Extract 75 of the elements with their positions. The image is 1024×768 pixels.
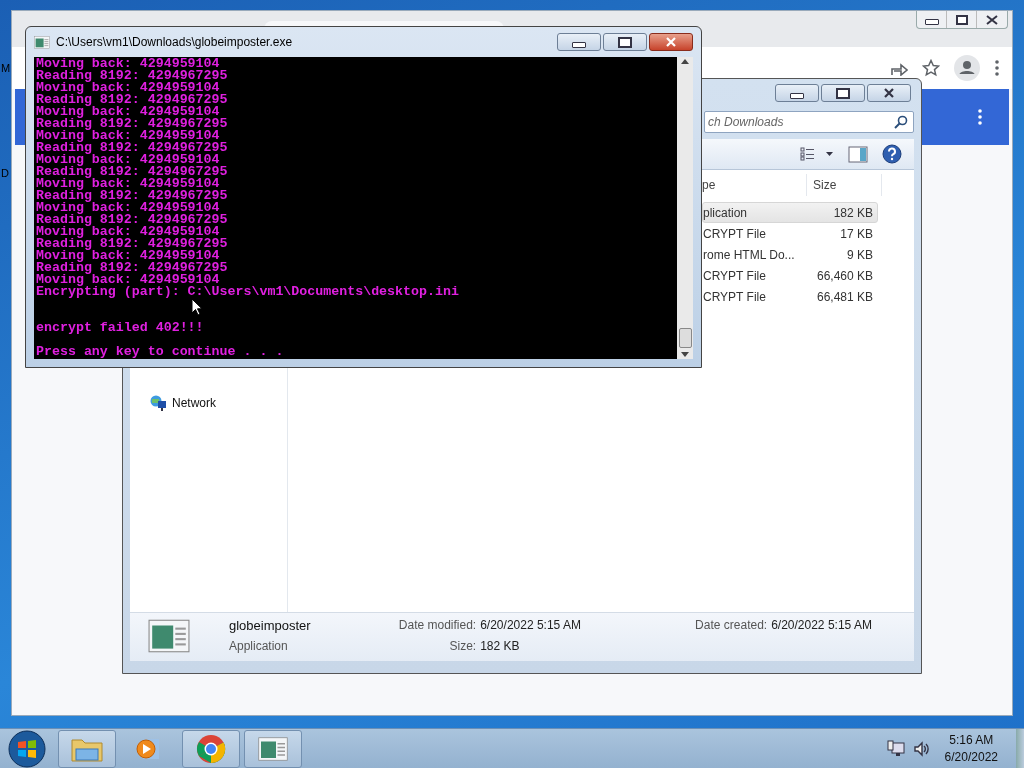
column-header[interactable]: Size xyxy=(806,174,882,196)
file-row[interactable]: CRYPT File 66,460 KB xyxy=(702,265,878,286)
close-icon xyxy=(986,14,998,25)
close-button[interactable] xyxy=(649,33,693,51)
search-field[interactable]: ch Downloads xyxy=(704,111,914,133)
console-line: Encrypting (part): C:\Users\vm1\Documents\desktop.ini xyxy=(36,286,459,298)
scroll-down-arrow-icon[interactable] xyxy=(681,352,689,357)
detail-label: Date created: xyxy=(694,617,768,634)
network-icon xyxy=(150,395,167,411)
maximize-button[interactable] xyxy=(603,33,647,51)
console-line: Reading 8192: 4294967295 xyxy=(36,142,228,154)
help-icon[interactable] xyxy=(882,144,902,164)
file-row[interactable]: plication 182 KB xyxy=(702,202,878,223)
detail-label: Date modified: xyxy=(397,617,477,634)
detail-value: 182 KB xyxy=(480,638,521,655)
console-line: Reading 8192: 4294967295 xyxy=(36,94,228,106)
view-options-icon[interactable] xyxy=(800,147,834,161)
taskbar-button[interactable] xyxy=(244,730,302,768)
app-window-icon xyxy=(258,736,288,762)
console-line: Moving back: 4294959104 xyxy=(36,226,220,238)
clock[interactable]: 5:16 AM 6/20/2022 xyxy=(944,732,998,766)
mouse-cursor-icon xyxy=(191,298,203,316)
detail-value: 6/20/2022 5:15 AM xyxy=(771,617,873,634)
close-button[interactable] xyxy=(867,84,911,102)
menu-icon[interactable] xyxy=(994,60,1000,76)
console-line: Moving back: 4294959104 xyxy=(36,178,220,190)
minimize-button[interactable] xyxy=(557,33,601,51)
console-line: Moving back: 4294959104 xyxy=(36,154,220,166)
star-icon[interactable] xyxy=(922,59,940,77)
more-options-icon[interactable] xyxy=(977,109,983,125)
start-button[interactable] xyxy=(8,730,46,768)
search-icon xyxy=(894,115,908,129)
console-app-icon xyxy=(34,35,50,49)
file-row[interactable]: CRYPT File 17 KB xyxy=(702,223,878,244)
file-row[interactable]: CRYPT File 66,481 KB xyxy=(702,286,878,307)
minimize-button[interactable] xyxy=(775,84,819,102)
preview-pane-icon[interactable] xyxy=(848,145,868,163)
profile-avatar-icon[interactable] xyxy=(954,55,980,81)
console-prompt: Press any key to continue . . . xyxy=(36,346,284,358)
console-line: Moving back: 4294959104 xyxy=(36,250,220,262)
console-line: Reading 8192: 4294967295 xyxy=(36,166,228,178)
console-line: Moving back: 4294959104 xyxy=(36,106,220,118)
app-window-icon xyxy=(148,618,190,653)
file-row[interactable]: rome HTML Do... 9 KB xyxy=(702,244,878,265)
desktop-label: M xyxy=(1,62,11,74)
console-line: Reading 8192: 4294967295 xyxy=(36,190,228,202)
chrome-icon xyxy=(196,734,226,764)
desktop-label: D xyxy=(1,167,9,179)
file-name: globeimposter xyxy=(228,617,312,635)
volume-icon[interactable] xyxy=(912,740,931,758)
taskbar-button[interactable] xyxy=(182,730,240,768)
console-line: Reading 8192: 4294967295 xyxy=(36,214,228,226)
file-type: Application xyxy=(228,638,289,655)
window-title: C:\Users\vm1\Downloads\globeimposter.exe xyxy=(56,35,294,49)
close-icon xyxy=(883,88,895,98)
nav-item[interactable]: Network xyxy=(130,394,222,412)
console-line: Moving back: 4294959104 xyxy=(36,274,220,286)
detail-value: 6/20/2022 5:15 AM xyxy=(480,617,582,634)
scroll-up-arrow-icon[interactable] xyxy=(681,59,689,64)
column-header[interactable]: pe xyxy=(702,174,806,196)
scrollbar-thumb[interactable] xyxy=(678,328,692,348)
console-line: Moving back: 4294959104 xyxy=(36,202,220,214)
error-message: encrypt failed 402!!! xyxy=(36,322,204,334)
maximize-button[interactable] xyxy=(821,84,865,102)
scrollbar[interactable] xyxy=(677,57,693,359)
console-line: Reading 8192: 4294967295 xyxy=(36,118,228,130)
console-line: Reading 8192: 4294967295 xyxy=(36,262,228,274)
console-line: Reading 8192: 4294967295 xyxy=(36,238,228,250)
console-line: Moving back: 4294959104 xyxy=(36,82,220,94)
console-line: Moving back: 4294959104 xyxy=(36,58,220,70)
detail-label: Size: xyxy=(448,638,477,655)
console-line: Reading 8192: 4294967295 xyxy=(36,70,228,82)
console-line: Moving back: 4294959104 xyxy=(36,130,220,142)
close-icon xyxy=(665,37,677,47)
network-icon[interactable] xyxy=(886,740,905,758)
